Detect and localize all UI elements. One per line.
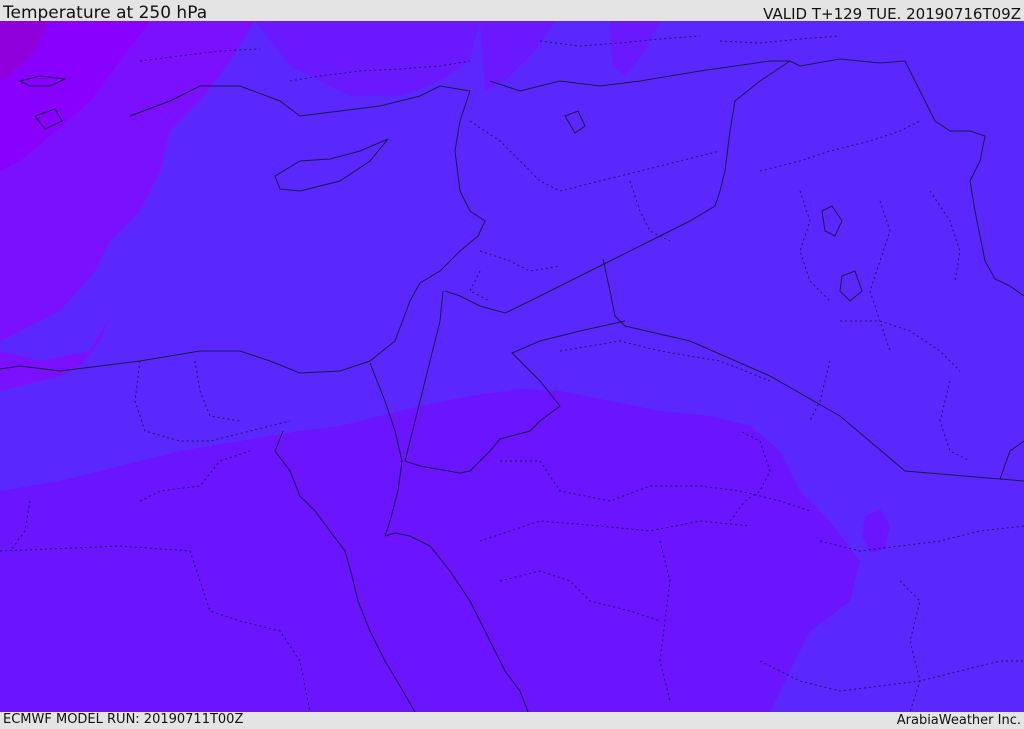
map-footer: ECMWF MODEL RUN: 20190711T00Z ArabiaWeat…	[0, 712, 1024, 729]
model-run-label: ECMWF MODEL RUN: 20190711T00Z	[3, 712, 244, 727]
map-header: Temperature at 250 hPa VALID T+129 TUE. …	[0, 0, 1024, 23]
map-canvas	[0, 21, 1024, 712]
weather-map[interactable]	[0, 21, 1024, 712]
map-title: Temperature at 250 hPa	[3, 3, 208, 23]
credit-label: ArabiaWeather Inc.	[896, 713, 1021, 728]
